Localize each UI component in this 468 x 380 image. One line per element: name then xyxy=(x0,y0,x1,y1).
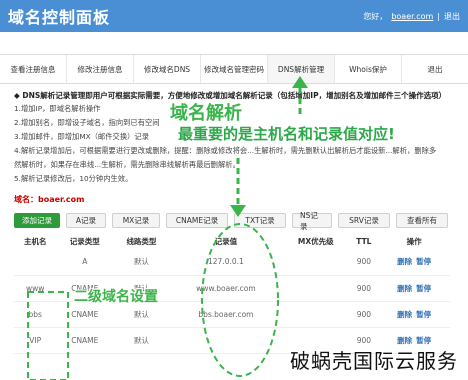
tab-dns-management[interactable]: DNS解析管理 xyxy=(268,55,335,83)
tab-whois[interactable]: Whois保护 xyxy=(335,55,402,83)
cell-line: 默认 xyxy=(113,327,170,354)
filter-mx-button[interactable]: MX记录 xyxy=(112,213,160,228)
cell-host: bbs xyxy=(14,301,57,328)
filter-ns-button[interactable]: NS记录 xyxy=(292,211,332,231)
delete-link[interactable]: 删除 xyxy=(397,310,412,319)
cell-host: VIP xyxy=(14,327,57,354)
cell-value: 127.0.0.1 xyxy=(169,249,283,276)
filter-srv-button[interactable]: SRV记录 xyxy=(338,213,390,228)
cell-mx xyxy=(282,327,350,354)
filter-txt-button[interactable]: TXT记录 xyxy=(234,213,286,228)
notice-list: 1.增加IP，即域名解析操作 2.增加别名，即增设子域名，指向到已有空间 3.增… xyxy=(14,102,450,186)
cell-type: CNAME xyxy=(56,327,114,354)
pause-link[interactable]: 暂停 xyxy=(416,284,431,293)
cell-mx xyxy=(282,301,350,328)
cell-actions: 删除 暂停 xyxy=(378,249,450,276)
pause-link[interactable]: 暂停 xyxy=(416,310,431,319)
cell-ttl: 900 xyxy=(349,301,379,328)
notice-title: ◆ DNS解析记录管理即用户可根据实际需要，方便地修改或增加域名解析记录（包括增… xyxy=(14,91,447,100)
delete-link[interactable]: 删除 xyxy=(397,336,412,345)
exit-link[interactable]: 退出 xyxy=(444,11,460,22)
notice-item: 5.解析记录修改后，10分钟内生效。 xyxy=(14,174,133,183)
cell-mx xyxy=(282,275,350,302)
col-actions: 操作 xyxy=(406,237,422,246)
table-header-row: 主机名 记录类型 线路类型 记录值 MX优先级 TTL 操作 xyxy=(14,234,450,249)
cell-line: 默认 xyxy=(113,301,170,328)
tab-edit-registration[interactable]: 修改注册信息 xyxy=(67,55,134,83)
cell-line: 默认 xyxy=(113,275,170,302)
cell-ttl: 900 xyxy=(349,249,379,276)
cell-type: CNAME xyxy=(56,301,114,328)
table-row: bbs CNAME 默认 bbs.boaer.com 900 删除 暂停 xyxy=(14,301,450,328)
cell-host: www xyxy=(14,275,57,302)
cell-mx xyxy=(282,249,350,276)
record-toolbar: 添加记录 A记录 MX记录 CNAME记录 TXT记录 NS记录 SRV记录 查… xyxy=(14,211,450,231)
notice-item: 然解析时，如果存在串线...生解析，需先删除串线解析再最后删解析。 xyxy=(14,160,240,169)
col-value: 记录值 xyxy=(214,237,238,246)
cell-line: 默认 xyxy=(113,249,170,276)
cell-ttl: 900 xyxy=(349,275,379,302)
main-content: ◆ DNS解析记录管理即用户可根据实际需要，方便地修改或增加域名解析记录（包括增… xyxy=(0,84,468,354)
view-all-button[interactable]: 查看所有 xyxy=(396,213,448,228)
notice-item: 4.解析记录增加后，可根据需要进行更改或删除，提醒：删除或修改将会...生解析时… xyxy=(14,146,437,155)
cell-value: bbs.boaer.com xyxy=(169,301,283,328)
cell-ttl: 900 xyxy=(349,327,379,354)
col-line: 线路类型 xyxy=(126,237,157,246)
pause-link[interactable]: 暂停 xyxy=(416,336,431,345)
cell-type: CNAME xyxy=(56,275,114,302)
pause-link[interactable]: 暂停 xyxy=(416,257,431,266)
table-row: VIP CNAME 默认 900 删除 暂停 xyxy=(14,327,450,354)
header-divider: | xyxy=(437,11,440,21)
filter-cname-button[interactable]: CNAME记录 xyxy=(166,213,228,228)
delete-link[interactable]: 删除 xyxy=(397,257,412,266)
notice-item: 2.增加别名，即增设子域名，指向到已有空间 xyxy=(14,118,160,127)
col-host: 主机名 xyxy=(23,237,47,246)
notice-item: 3.增加邮件，即增加MX（邮件交换）记录 xyxy=(14,132,150,141)
domain-label: 域名： xyxy=(14,195,38,204)
user-area: 您好， boaer.com | 退出 xyxy=(363,11,460,22)
main-nav: 查看注册信息 修改注册信息 修改域名DNS 修改域名管理密码 DNS解析管理 W… xyxy=(0,54,468,84)
filter-a-button[interactable]: A记录 xyxy=(66,213,106,228)
domain-indicator: 域名：boaer.com xyxy=(14,194,450,205)
tab-logout[interactable]: 退出 xyxy=(402,55,468,83)
add-record-button[interactable]: 添加记录 xyxy=(14,213,60,228)
dns-records-table: 主机名 记录类型 线路类型 记录值 MX优先级 TTL 操作 A 默认 127.… xyxy=(14,234,450,354)
top-header: 域名控制面板 您好， boaer.com | 退出 xyxy=(0,0,468,32)
tab-view-registration[interactable]: 查看注册信息 xyxy=(0,55,67,83)
tab-edit-password[interactable]: 修改域名管理密码 xyxy=(201,55,268,83)
cell-value: www.boaer.com xyxy=(169,275,283,302)
cell-value xyxy=(169,327,283,354)
table-row: A 默认 127.0.0.1 900 删除 暂停 xyxy=(14,249,450,276)
notice-item: 1.增加IP，即域名解析操作 xyxy=(14,104,101,113)
cell-actions: 删除 暂停 xyxy=(378,301,450,328)
table-row: www CNAME 默认 www.boaer.com 900 删除 暂停 xyxy=(14,275,450,302)
current-domain-link[interactable]: boaer.com xyxy=(391,12,433,21)
tab-edit-dns[interactable]: 修改域名DNS xyxy=(134,55,201,83)
panel-title: 域名控制面板 xyxy=(8,8,111,27)
cell-host xyxy=(14,249,57,276)
col-ttl: TTL xyxy=(356,237,372,246)
cell-type: A xyxy=(56,249,114,276)
domain-value: boaer.com xyxy=(38,195,85,204)
col-type: 记录类型 xyxy=(69,237,100,246)
delete-link[interactable]: 删除 xyxy=(397,284,412,293)
cell-actions: 删除 暂停 xyxy=(378,327,450,354)
col-mx: MX优先级 xyxy=(297,237,334,246)
greeting-text: 您好， xyxy=(363,11,388,21)
cell-actions: 删除 暂停 xyxy=(378,275,450,302)
